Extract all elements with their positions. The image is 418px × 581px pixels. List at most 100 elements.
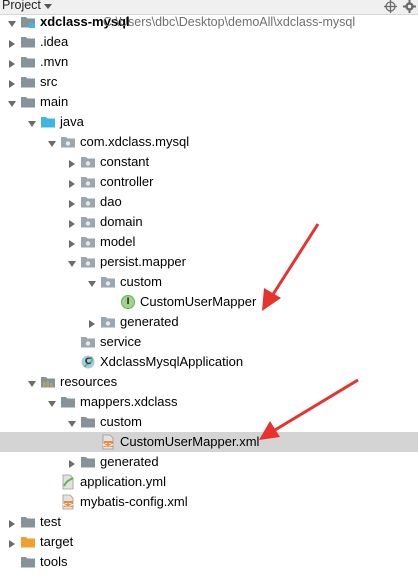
expand-arrow-down-icon[interactable] [87,277,97,287]
expand-arrow-down-icon[interactable] [27,377,37,387]
tree-node-label: CustomUserMapper.xml [120,434,260,449]
expand-arrow-right-icon[interactable] [67,457,77,468]
expand-arrow-down-icon[interactable] [47,137,57,147]
expand-arrow-right-icon[interactable] [7,517,17,528]
tree-node-label: .mvn [40,54,69,69]
package-icon [80,214,96,230]
tree-node-label: service [100,334,142,349]
package-icon [80,154,96,170]
tree-node-label: mappers.xdclass [80,394,178,409]
tree-node-src[interactable]: src [0,72,418,92]
tree-node-application-yml[interactable]: application.yml [0,472,418,492]
expand-arrow-down-icon[interactable] [67,257,77,267]
icon-badge: <> [102,441,114,449]
tree-node-custom[interactable]: custom [0,272,418,292]
expand-arrow-right-icon[interactable] [67,237,77,248]
spring-class-icon: C [80,354,96,370]
folder-icon [20,554,36,570]
tree-node-label: src [40,74,58,89]
yml-file-icon [60,474,76,490]
module-folder-icon [20,14,36,30]
expand-arrow-right-icon[interactable] [67,177,77,188]
expand-arrow-right-icon[interactable] [87,317,97,328]
icon-badge: I [126,297,130,307]
tree-node-label: target [40,534,74,549]
interface-icon: I [120,294,136,310]
tree-node-customusermapper-xml[interactable]: <> CustomUserMapper.xml [0,432,418,452]
expand-arrow-down-icon[interactable] [7,97,17,107]
tree-node-label: constant [100,154,150,169]
expand-arrow-right-icon[interactable] [7,537,17,548]
tree-node-service[interactable]: service [0,332,418,352]
tree-node-xdclassmysqlapplication[interactable]: C XdclassMysqlApplication [0,352,418,372]
tree-node-mybatis-config-xml[interactable]: <> mybatis-config.xml [0,492,418,512]
expand-arrow-right-icon[interactable] [67,197,77,208]
folder-icon [20,74,36,90]
expand-arrow-right-icon[interactable] [7,77,17,88]
xml-file-icon: <> [60,494,76,510]
source-folder-icon [40,114,56,130]
view-dropdown-icon[interactable] [44,4,52,9]
tree-node-label: mybatis-config.xml [80,494,188,509]
xml-file-icon: <> [100,434,116,450]
tree-node-dao[interactable]: dao [0,192,418,212]
package-icon [80,194,96,210]
tree-node-controller[interactable]: controller [0,172,418,192]
expand-arrow-down-icon[interactable] [47,397,57,407]
tree-node-label: persist.mapper [100,254,186,269]
tree-node-label: controller [100,174,154,189]
expand-arrow-right-icon[interactable] [7,37,17,48]
expand-arrow-right-icon[interactable] [67,217,77,228]
tree-node-xdclass-mysql[interactable]: xdclass-mysql C:\Users\dbc\Desktop\demoAl… [0,12,418,32]
folder-icon [20,94,36,110]
folder-icon [80,414,96,430]
folder-icon [20,514,36,530]
package-icon [80,174,96,190]
tree-node-label: com.xdclass.mysql [80,134,190,149]
tree-node-customusermapper[interactable]: I CustomUserMapper [0,292,418,312]
tree-node-test[interactable]: test [0,512,418,532]
folder-icon [20,54,36,70]
tree-node-domain[interactable]: domain [0,212,418,232]
tree-node-label: domain [100,214,143,229]
tree-node-generated[interactable]: generated [0,452,418,472]
tree-node-label: model [100,234,136,249]
tree-node-label: resources [60,374,118,389]
tree-node-label: generated [100,454,159,469]
tree-node-custom[interactable]: custom [0,412,418,432]
tree-node-label: application.yml [80,474,166,489]
tree-node-com-xdclass-mysql[interactable]: com.xdclass.mysql [0,132,418,152]
expand-arrow-right-icon[interactable] [7,57,17,68]
tree-node-java[interactable]: java [0,112,418,132]
project-path: C:\Users\dbc\Desktop\demoAll\xdclass-mys… [103,15,356,29]
tree-node-label: generated [120,314,179,329]
tree-node-tools[interactable]: tools [0,552,418,572]
tree-node--idea[interactable]: .idea [0,32,418,52]
tree-node-label: XdclassMysqlApplication [100,354,244,369]
tree-node-constant[interactable]: constant [0,152,418,172]
expand-arrow-right-icon[interactable] [67,157,77,168]
tree-node-persist-mapper[interactable]: persist.mapper [0,252,418,272]
tree-node-label: test [40,514,61,529]
tree-node-target[interactable]: target [0,532,418,552]
resources-folder-icon [40,374,56,390]
tree-node-resources[interactable]: resources [0,372,418,392]
folder-icon [60,394,76,410]
tree-node-label: java [60,114,84,129]
excluded-folder-icon [20,534,36,550]
tree-node-label: CustomUserMapper [140,294,257,309]
package-icon [100,274,116,290]
tree-node-model[interactable]: model [0,232,418,252]
tree-node-generated[interactable]: generated [0,312,418,332]
icon-badge: <> [62,501,74,509]
expand-arrow-down-icon[interactable] [7,17,17,27]
tree-node-main[interactable]: main [0,92,418,112]
tree-node--mvn[interactable]: .mvn [0,52,418,72]
expand-arrow-down-icon[interactable] [67,417,77,427]
tree-node-label: tools [40,554,68,569]
tree-node-label: custom [100,414,142,429]
expand-arrow-down-icon[interactable] [27,117,37,127]
tool-window-title[interactable]: Project [2,0,41,12]
tree-node-mappers-xdclass[interactable]: mappers.xdclass [0,392,418,412]
tree-node-label: custom [120,274,162,289]
